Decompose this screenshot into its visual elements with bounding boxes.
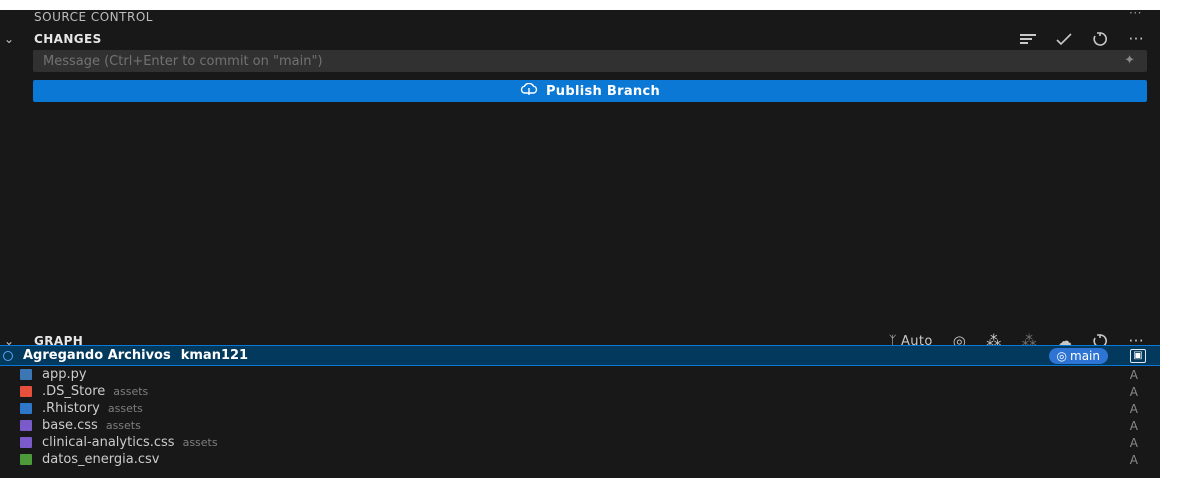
file-name: .Rhistory bbox=[42, 401, 100, 416]
file-name: .DS_Store bbox=[42, 384, 106, 399]
commit-message: Agregando Archivos bbox=[23, 348, 171, 363]
publish-branch-button[interactable]: Publish Branch bbox=[33, 80, 1147, 102]
file-row[interactable]: .Rhistory assets A bbox=[0, 400, 1160, 417]
commit-check-icon[interactable] bbox=[1056, 33, 1073, 45]
commit-row[interactable]: Agregando Archivos kman121 ◎ main ▣ bbox=[0, 345, 1160, 366]
file-status-added: A bbox=[1129, 384, 1138, 399]
ds-store-file-icon bbox=[20, 386, 32, 397]
panel-title-bar: SOURCE CONTROL ··· bbox=[0, 10, 1160, 24]
file-row[interactable]: .DS_Store assets A bbox=[0, 383, 1160, 400]
changes-section-header[interactable]: ⌄ CHANGES ··· bbox=[0, 26, 1160, 52]
file-status-added: A bbox=[1129, 401, 1138, 416]
file-row[interactable]: datos_energia.csv A bbox=[0, 451, 1160, 468]
css-file-icon bbox=[20, 420, 32, 431]
file-status-added: A bbox=[1129, 452, 1138, 467]
branch-badge[interactable]: ◎ main bbox=[1048, 347, 1108, 364]
file-status-added: A bbox=[1129, 367, 1138, 382]
refresh-icon[interactable] bbox=[1092, 32, 1108, 46]
commit-node-icon bbox=[3, 350, 13, 361]
branch-badge-label: main bbox=[1070, 348, 1100, 363]
file-status-added: A bbox=[1129, 435, 1138, 450]
file-status-added: A bbox=[1129, 418, 1138, 433]
sparkle-icon[interactable]: ✦ bbox=[1124, 53, 1135, 68]
target-icon: ◎ bbox=[1056, 348, 1068, 363]
chevron-down-icon[interactable]: ⌄ bbox=[4, 32, 18, 46]
publish-branch-label: Publish Branch bbox=[545, 83, 661, 99]
file-row[interactable]: clinical-analytics.css assets A bbox=[0, 434, 1160, 451]
open-changes-icon[interactable]: ▣ bbox=[1130, 348, 1146, 363]
source-control-panel: SOURCE CONTROL ··· ⌄ CHANGES ··· ✦ Publi… bbox=[0, 10, 1160, 478]
commit-author: kman121 bbox=[180, 348, 249, 363]
file-name: base.css bbox=[42, 418, 98, 433]
file-path: assets bbox=[105, 419, 141, 432]
view-as-tree-icon[interactable] bbox=[1020, 33, 1037, 45]
file-name: datos_energia.csv bbox=[42, 452, 160, 467]
file-name: clinical-analytics.css bbox=[42, 435, 175, 450]
file-row[interactable]: app.py A bbox=[0, 366, 1160, 383]
commit-message-box: ✦ bbox=[33, 50, 1147, 73]
changes-toolbar: ··· bbox=[1020, 30, 1144, 48]
r-file-icon bbox=[20, 403, 32, 414]
csv-file-icon bbox=[20, 454, 32, 465]
file-path: assets bbox=[113, 385, 149, 398]
cloud-upload-icon bbox=[520, 82, 538, 99]
file-row[interactable]: base.css assets A bbox=[0, 417, 1160, 434]
python-file-icon bbox=[20, 369, 32, 380]
more-actions-icon[interactable]: ··· bbox=[1128, 30, 1144, 48]
css-file-icon bbox=[20, 437, 32, 448]
more-actions-icon[interactable]: ··· bbox=[1129, 10, 1142, 20]
file-name: app.py bbox=[42, 367, 87, 382]
changes-label: CHANGES bbox=[34, 32, 102, 46]
commit-message-input[interactable] bbox=[33, 50, 1147, 73]
file-path: assets bbox=[182, 436, 218, 449]
file-path: assets bbox=[107, 402, 143, 415]
panel-title: SOURCE CONTROL bbox=[34, 10, 153, 24]
